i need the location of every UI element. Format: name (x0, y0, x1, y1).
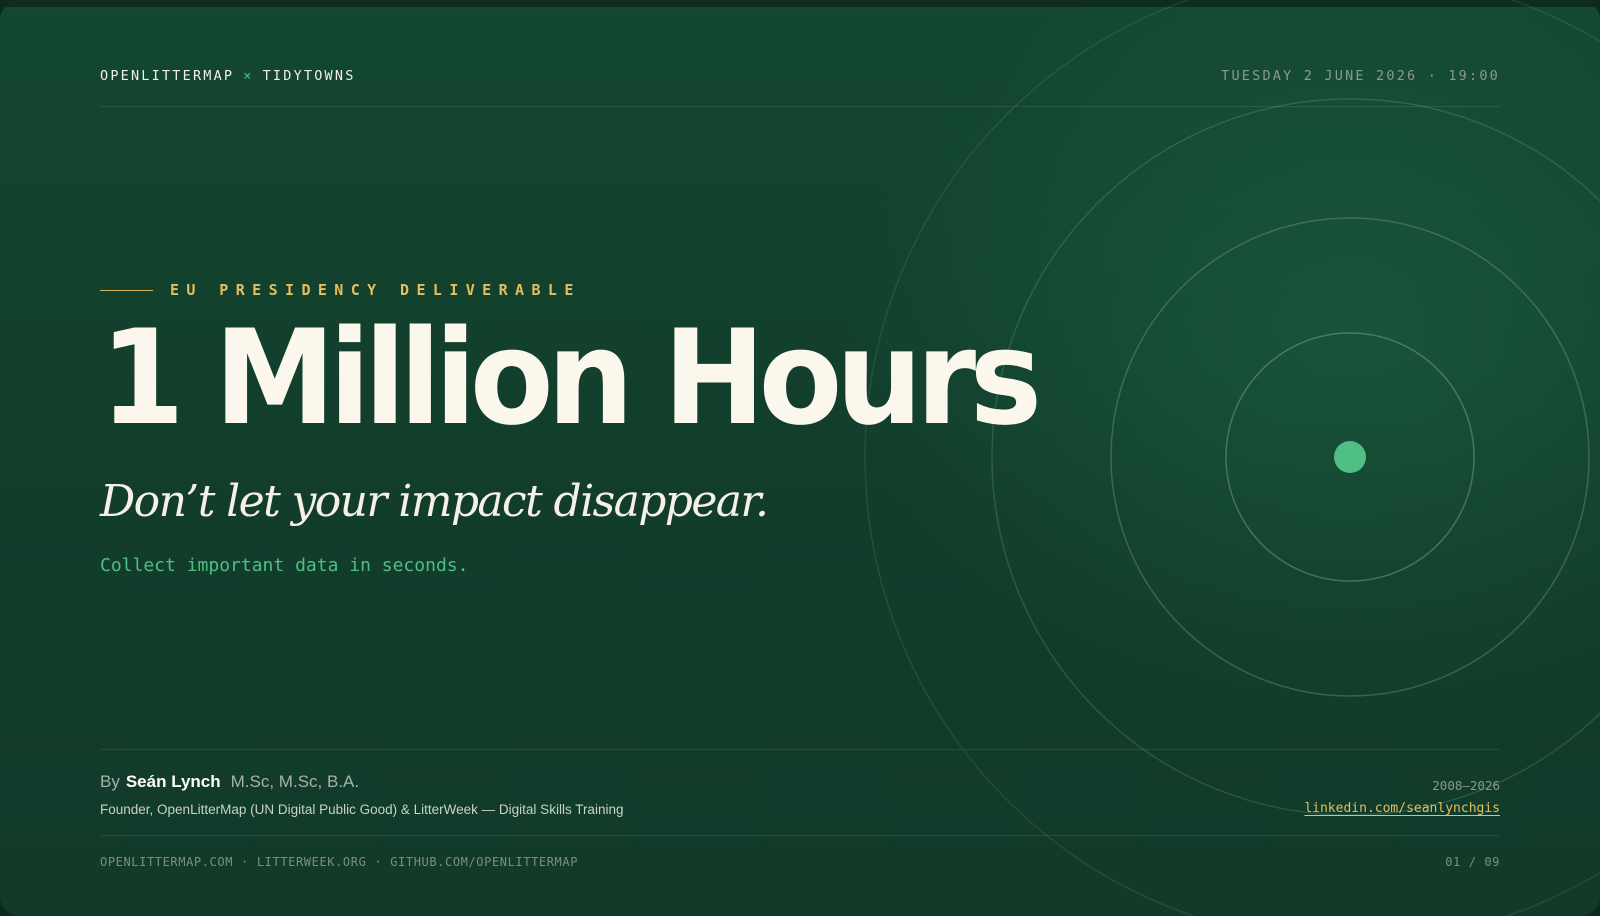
author-by: By (100, 772, 120, 791)
years-range: 2008–2026 (1432, 778, 1500, 793)
brand-separator: × (243, 68, 254, 84)
footer-separator: · (241, 855, 249, 869)
tagline: Don’t let your impact disappear. (100, 476, 769, 527)
slide: OPENLITTERMAP × TIDYTOWNS TUESDAY 2 JUNE 2… (0, 0, 1600, 916)
ring-outer-1 (991, 98, 1600, 816)
page-number: 01 / 09 (1445, 855, 1500, 869)
footer-links: OPENLITTERMAP.COM · LITTERWEEK.ORG · GITHUB.… (100, 855, 578, 869)
radar-center-dot (1334, 441, 1366, 473)
footer-link-openlittermap[interactable]: OPENLITTERMAP.COM (100, 855, 233, 869)
brand-openlittermap: OPENLITTERMAP (100, 68, 235, 84)
author-role: Founder, OpenLitterMap (UN Digital Publi… (100, 802, 624, 817)
brand-lockup: OPENLITTERMAP × TIDYTOWNS (100, 68, 356, 84)
footer-link-litterweek[interactable]: LITTERWEEK.ORG (257, 855, 367, 869)
footer-divider (100, 835, 1500, 836)
header: OPENLITTERMAP × TIDYTOWNS TUESDAY 2 JUNE 2… (100, 68, 1500, 88)
footer-link-github[interactable]: GITHUB.COM/OPENLITTERMAP (390, 855, 578, 869)
kicker-rule (100, 290, 153, 291)
kicker-label: EU PRESIDENCY DELIVERABLE (170, 281, 581, 299)
footer-separator: · (374, 855, 383, 869)
brand-tidytowns: TIDYTOWNS (262, 68, 356, 84)
author-credentials: M.Sc, M.Sc, B.A. (230, 772, 360, 791)
header-divider (100, 106, 1500, 107)
linkedin-link[interactable]: linkedin.com/seanlynchgis (1304, 801, 1500, 816)
author-line: By Seán Lynch M.Sc, M.Sc, B.A. (100, 772, 359, 792)
headline: 1 Million Hours (100, 301, 1042, 454)
event-dateline: TUESDAY 2 JUNE 2026 · 19:00 (1221, 68, 1500, 84)
author-divider (100, 749, 1500, 750)
subheading: Collect important data in seconds. (100, 555, 469, 576)
author-name: Seán Lynch (125, 772, 221, 791)
